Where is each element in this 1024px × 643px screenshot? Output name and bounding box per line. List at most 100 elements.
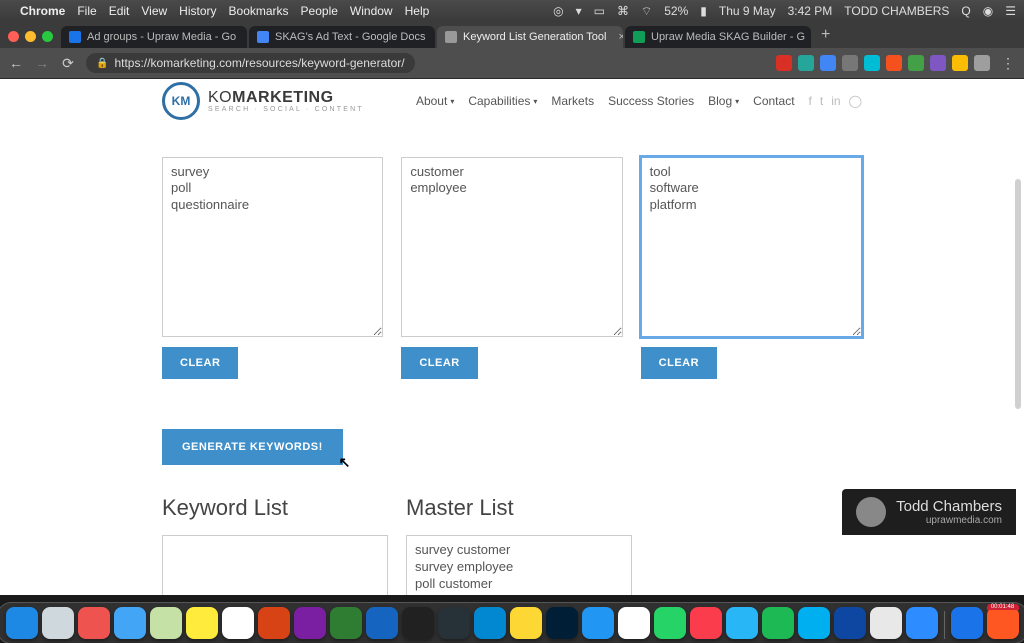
dock-app-photoshop[interactable] <box>546 607 578 639</box>
dock-app-mail[interactable] <box>114 607 146 639</box>
siri-icon[interactable]: ◉ <box>983 4 993 18</box>
dock-app-finder[interactable] <box>6 607 38 639</box>
dock-app-excel[interactable] <box>330 607 362 639</box>
wifi-icon[interactable]: ⌔ <box>641 4 652 19</box>
menu-file[interactable]: File <box>77 4 96 18</box>
dock-app-1password[interactable] <box>834 607 866 639</box>
instagram-icon[interactable]: ◯ <box>849 94 862 108</box>
dock-app-photos[interactable] <box>78 607 110 639</box>
presenter-site: uprawmedia.com <box>896 515 1002 526</box>
ext-gray-icon[interactable] <box>842 55 858 71</box>
dock-app-whatsapp[interactable] <box>654 607 686 639</box>
dock-app-calendar[interactable] <box>618 607 650 639</box>
dock-app-powerpoint[interactable] <box>258 607 290 639</box>
chevron-down-icon: ▾ <box>735 97 739 106</box>
generate-keywords-button[interactable]: GENERATE KEYWORDS! ↖ <box>162 429 343 465</box>
tab-favicon <box>69 31 81 43</box>
menu-help[interactable]: Help <box>405 4 430 18</box>
menu-people[interactable]: People <box>301 4 338 18</box>
dropbox-icon[interactable]: ▾ <box>576 4 582 18</box>
menubar-user[interactable]: TODD CHAMBERS <box>844 4 949 18</box>
browser-tab-2[interactable]: Keyword List Generation Tool× <box>437 26 623 48</box>
dock-app-reminders[interactable] <box>222 607 254 639</box>
dock-app-screenrec[interactable] <box>987 607 1019 639</box>
mouse-cursor-icon: ↖ <box>339 454 351 471</box>
ext-purple-icon[interactable] <box>930 55 946 71</box>
reload-button[interactable]: ⟳ <box>60 55 76 72</box>
page-scrollbar[interactable] <box>1015 179 1021 409</box>
dock-app-safari[interactable] <box>42 607 74 639</box>
forward-button[interactable]: → <box>34 55 50 71</box>
cc-icon[interactable]: ◎ <box>553 4 563 18</box>
display-icon[interactable]: ▭ <box>594 4 605 18</box>
dock-app-notes[interactable] <box>186 607 218 639</box>
dock-app-adwords[interactable] <box>951 607 983 639</box>
ext-red-icon[interactable] <box>776 55 792 71</box>
fullscreen-window-button[interactable] <box>42 31 53 42</box>
menu-view[interactable]: View <box>141 4 167 18</box>
ext-orange-icon[interactable] <box>886 55 902 71</box>
browser-tab-3[interactable]: Upraw Media SKAG Builder - G× <box>625 26 811 48</box>
facebook-icon[interactable]: f <box>809 94 812 108</box>
nav-blog[interactable]: Blog▾ <box>708 94 739 108</box>
keyword-list-box[interactable] <box>162 535 388 595</box>
site-logo[interactable]: KM KOMARKETING SEARCH · SOCIAL · CONTENT <box>162 82 364 120</box>
keyword-input-3[interactable] <box>641 157 862 337</box>
dock-app-word[interactable] <box>366 607 398 639</box>
ext-green-icon[interactable] <box>908 55 924 71</box>
notification-center-icon[interactable]: ☰ <box>1005 4 1016 18</box>
twitter-icon[interactable]: t <box>820 94 823 108</box>
dock-app-onenote[interactable] <box>294 607 326 639</box>
nav-markets[interactable]: Markets <box>551 94 594 108</box>
nav-about[interactable]: About▾ <box>416 94 454 108</box>
dock-app-music[interactable] <box>690 607 722 639</box>
dock-app-terminal[interactable] <box>402 607 434 639</box>
dock-app-zoom[interactable] <box>906 607 938 639</box>
clear-button-2[interactable]: CLEAR <box>401 347 477 379</box>
avatar <box>856 497 886 527</box>
ext-teal-icon[interactable] <box>798 55 814 71</box>
ext-avatar-icon[interactable] <box>974 55 990 71</box>
spotlight-icon[interactable]: Q <box>961 4 970 18</box>
back-button[interactable]: ← <box>8 55 24 71</box>
dock-app-pycharm[interactable] <box>438 607 470 639</box>
dock-app-telegram[interactable] <box>726 607 758 639</box>
menu-bookmarks[interactable]: Bookmarks <box>229 4 289 18</box>
dock-app-appstore[interactable] <box>582 607 614 639</box>
dock-app-skype[interactable] <box>798 607 830 639</box>
dock-app-slack[interactable] <box>870 607 902 639</box>
nav-success-stories[interactable]: Success Stories <box>608 94 694 108</box>
dock-app-chrome[interactable] <box>510 607 542 639</box>
keyword-input-1[interactable] <box>162 157 383 337</box>
dock-app-maps[interactable] <box>150 607 182 639</box>
web-page: KM KOMARKETING SEARCH · SOCIAL · CONTENT… <box>0 79 1024 595</box>
menu-history[interactable]: History <box>179 4 216 18</box>
ext-yellow-icon[interactable] <box>952 55 968 71</box>
menu-window[interactable]: Window <box>350 4 393 18</box>
close-window-button[interactable] <box>8 31 19 42</box>
nav-capabilities[interactable]: Capabilities▾ <box>468 94 537 108</box>
tab-close-icon[interactable]: × <box>619 31 624 43</box>
dock-app-onedrive[interactable] <box>474 607 506 639</box>
browser-tab-0[interactable]: Ad groups - Upraw Media - Go× <box>61 26 247 48</box>
bluetooth-icon[interactable]: ⌘ <box>617 4 629 18</box>
dock-app-spotify[interactable] <box>762 607 794 639</box>
nav-contact[interactable]: Contact <box>753 94 794 108</box>
new-tab-button[interactable]: + <box>813 26 838 48</box>
linkedin-icon[interactable]: in <box>831 94 840 108</box>
menubar-time: 3:42 PM <box>788 4 833 18</box>
address-bar[interactable]: 🔒 https://komarketing.com/resources/keyw… <box>86 53 415 73</box>
master-list-box[interactable]: survey customer survey employee poll cus… <box>406 535 632 595</box>
browser-tab-1[interactable]: SKAG's Ad Text - Google Docs× <box>249 26 435 48</box>
chrome-menu-button[interactable]: ⋮ <box>1000 55 1016 72</box>
minimize-window-button[interactable] <box>25 31 36 42</box>
tab-favicon <box>633 31 645 43</box>
ext-cyan-icon[interactable] <box>864 55 880 71</box>
clear-button-1[interactable]: CLEAR <box>162 347 238 379</box>
clear-button-3[interactable]: CLEAR <box>641 347 717 379</box>
menubar-app[interactable]: Chrome <box>20 4 65 18</box>
keyword-input-2[interactable] <box>401 157 622 337</box>
ext-blue-icon[interactable] <box>820 55 836 71</box>
battery-icon[interactable]: ▮ <box>700 4 707 18</box>
menu-edit[interactable]: Edit <box>109 4 130 18</box>
